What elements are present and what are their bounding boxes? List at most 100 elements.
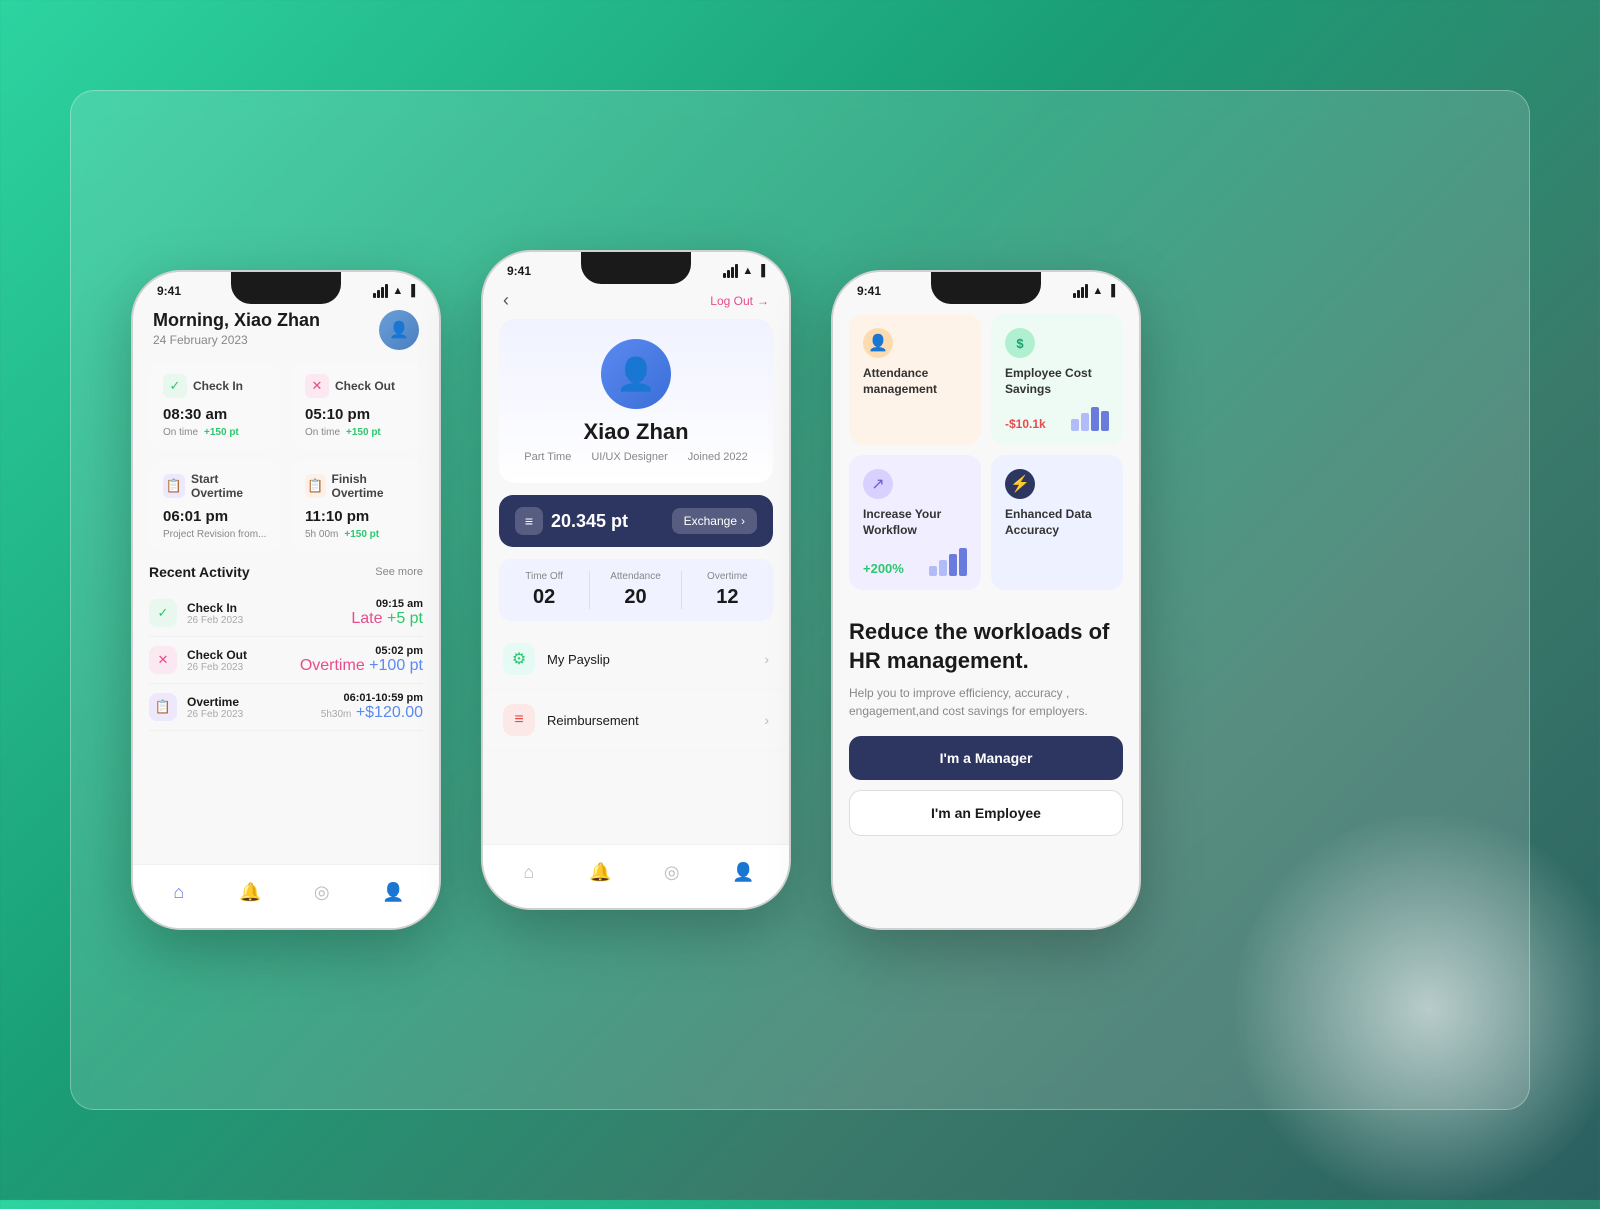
- nav-user-1[interactable]: 👤: [377, 877, 409, 909]
- signal-bars-3: [1073, 284, 1088, 298]
- nav-bell-2[interactable]: 🔔: [584, 857, 616, 889]
- exchange-button[interactable]: Exchange ›: [672, 508, 757, 534]
- phone2-header: ‹ Log Out →: [483, 282, 789, 319]
- check-out-title: Check Out: [335, 379, 395, 393]
- logout-icon: →: [757, 294, 769, 308]
- feature-card-attendance[interactable]: 👤 Attendance management: [849, 314, 981, 445]
- activity-date-3: 26 Feb 2023: [187, 709, 321, 720]
- card-label-row: ✓ Check In: [163, 374, 267, 398]
- bar: [959, 548, 967, 576]
- stat-attendance-value: 20: [624, 586, 646, 609]
- activity-date-1: 26 Feb 2023: [187, 615, 351, 626]
- start-overtime-status: Project Revision from...: [163, 529, 267, 540]
- phone-3-screen: 9:41 ▲ ▐ 👤 Attendance manag: [833, 272, 1139, 928]
- feature-card-cost[interactable]: $ Employee Cost Savings -$10.1k: [991, 314, 1123, 445]
- check-in-card[interactable]: ✓ Check In 08:30 am On time +150 pt: [149, 362, 281, 450]
- nav-user-2[interactable]: 👤: [727, 857, 759, 889]
- start-overtime-title: Start Overtime: [191, 472, 267, 500]
- see-more-link[interactable]: See more: [375, 566, 423, 578]
- payslip-chevron: ›: [764, 651, 769, 667]
- stat-overtime: Overtime 12: [682, 571, 773, 609]
- activity-checkout-icon: ✕: [149, 646, 177, 674]
- bar: [1101, 411, 1109, 431]
- activity-item-info: Check In 26 Feb 2023: [187, 601, 351, 626]
- status-icons-2: ▲ ▐: [723, 264, 765, 278]
- phone-1: 9:41 ▲ ▐ Morning, Xiao Zhan 24 Februa: [131, 270, 441, 930]
- signal-bar: [727, 270, 730, 278]
- battery-icon: ▐: [407, 285, 415, 297]
- cost-icon: $: [1005, 328, 1035, 358]
- signal-bars-2: [723, 264, 738, 278]
- feature-card-accuracy[interactable]: ⚡ Enhanced Data Accuracy: [991, 455, 1123, 590]
- reimbursement-icon: ≡: [503, 704, 535, 736]
- bar: [949, 554, 957, 576]
- back-button[interactable]: ‹: [503, 290, 509, 311]
- wifi-icon: ▲: [392, 285, 403, 297]
- signal-bar: [381, 287, 384, 298]
- exchange-chevron: ›: [741, 514, 745, 528]
- decorative-glow: [1229, 809, 1600, 1209]
- employee-button[interactable]: I'm an Employee: [849, 790, 1123, 836]
- nav-bell-1[interactable]: 🔔: [234, 877, 266, 909]
- check-out-icon: ✕: [305, 374, 329, 398]
- status-time-1: 9:41: [157, 284, 181, 298]
- avatar-img: 👤: [389, 320, 409, 340]
- reimbursement-chevron: ›: [764, 712, 769, 728]
- activity-overtime-icon: 📋: [149, 693, 177, 721]
- bar: [1071, 419, 1079, 431]
- nav-home-2[interactable]: ⌂: [513, 857, 545, 889]
- bottom-nav-2: ⌂ 🔔 ◎ 👤: [483, 844, 789, 908]
- recent-activity-title: Recent Activity: [149, 564, 250, 580]
- activity-item-3: 📋 Overtime 26 Feb 2023 06:01-10:59 pm 5h…: [149, 684, 423, 731]
- attendance-icon: 👤: [863, 328, 893, 358]
- feature-card-workflow[interactable]: ↗ Increase Your Workflow +200%: [849, 455, 981, 590]
- stat-timeoff: Time Off 02: [499, 571, 590, 609]
- signal-bar: [1081, 287, 1084, 298]
- manager-button[interactable]: I'm a Manager: [849, 736, 1123, 780]
- activity-time-3: 06:01-10:59 pm: [321, 692, 423, 704]
- workflow-icon: ↗: [863, 469, 893, 499]
- workflow-chart: [929, 548, 967, 576]
- profile-type: Part Time: [524, 451, 571, 463]
- greeting-name: Morning, Xiao Zhan: [153, 310, 320, 331]
- reimbursement-label: Reimbursement: [547, 713, 764, 728]
- start-overtime-card[interactable]: 📋 Start Overtime 06:01 pm Project Revisi…: [149, 460, 281, 552]
- signal-bar: [1085, 284, 1088, 298]
- activity-item-1: ✓ Check In 26 Feb 2023 09:15 am Late +5 …: [149, 590, 423, 637]
- logout-button[interactable]: Log Out →: [710, 294, 769, 308]
- activity-time-col-2: 05:02 pm Overtime +100 pt: [300, 645, 423, 675]
- profile-role: UI/UX Designer: [591, 451, 667, 463]
- status-time-2: 9:41: [507, 264, 531, 278]
- activity-item-info-2: Check Out 26 Feb 2023: [187, 648, 300, 673]
- menu-reimbursement[interactable]: ≡ Reimbursement ›: [483, 690, 789, 751]
- profile-joined: Joined 2022: [688, 451, 748, 463]
- stat-attendance: Attendance 20: [590, 571, 681, 609]
- signal-bar: [377, 290, 380, 298]
- nav-leaf-1[interactable]: ◎: [306, 877, 338, 909]
- points-value: 20.345 pt: [551, 511, 628, 532]
- activity-name-2: Check Out: [187, 648, 300, 662]
- check-in-status: On time +150 pt: [163, 427, 267, 438]
- check-in-time: 08:30 am: [163, 406, 267, 423]
- nav-leaf-2[interactable]: ◎: [656, 857, 688, 889]
- avatar-face: 👤: [616, 355, 656, 393]
- bottom-nav-1: ⌂ 🔔 ◎ 👤: [133, 864, 439, 928]
- battery-icon-3: ▐: [1107, 285, 1115, 297]
- promo-title: Reduce the workloads of HR management.: [849, 618, 1123, 675]
- menu-payslip[interactable]: ⚙ My Payslip ›: [483, 629, 789, 690]
- activity-cards-grid: ✓ Check In 08:30 am On time +150 pt ✕ Ch…: [133, 362, 439, 564]
- check-out-card[interactable]: ✕ Check Out 05:10 pm On time +150 pt: [291, 362, 423, 450]
- phone-1-screen: 9:41 ▲ ▐ Morning, Xiao Zhan 24 Februa: [133, 272, 439, 928]
- payslip-label: My Payslip: [547, 652, 764, 667]
- start-overtime-time: 06:01 pm: [163, 508, 267, 525]
- nav-home-1[interactable]: ⌂: [163, 877, 195, 909]
- accuracy-icon: ⚡: [1005, 469, 1035, 499]
- cost-title: Employee Cost Savings: [1005, 366, 1109, 397]
- status-bar-3: 9:41 ▲ ▐: [833, 272, 1139, 302]
- battery-icon-2: ▐: [757, 265, 765, 277]
- finish-overtime-card[interactable]: 📋 Finish Overtime 11:10 pm 5h 00m +150 p…: [291, 460, 423, 552]
- user-avatar[interactable]: 👤: [379, 310, 419, 350]
- phone-2: 9:41 ▲ ▐ ‹ Log Out →: [481, 250, 791, 910]
- points-card: ≡ 20.345 pt Exchange ›: [499, 495, 773, 547]
- workflow-value: +200%: [863, 561, 904, 576]
